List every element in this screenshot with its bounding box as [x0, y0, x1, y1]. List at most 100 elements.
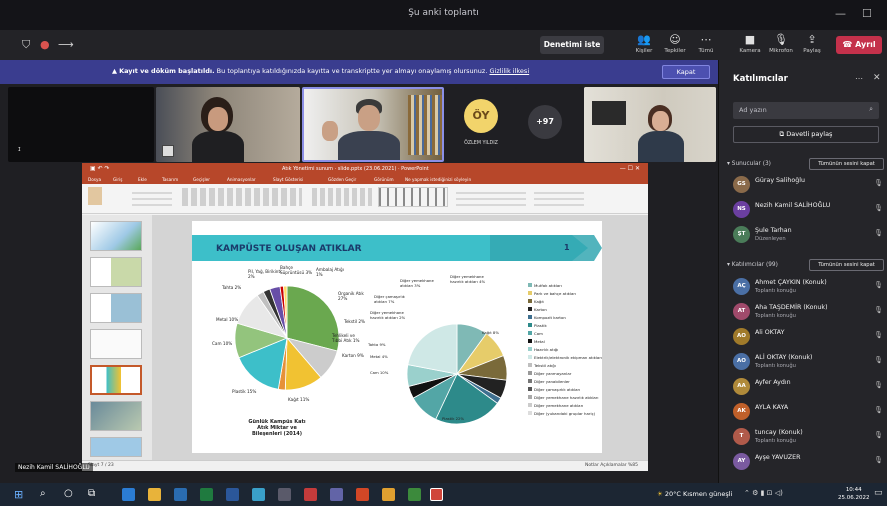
participant-row[interactable]: AÇ Ahmet ÇAYKIN (Konuk) Toplantı konuğu 🎙 — [733, 276, 883, 298]
weather-widget[interactable]: ☀ 20°C Kısmen güneşli — [657, 490, 732, 498]
mute-all-attendees-button[interactable]: Tümünün sesini kapat — [809, 259, 884, 271]
participant-row[interactable]: AO Ali OKTAY 🎙 — [733, 326, 883, 348]
leave-button[interactable]: ☎ Ayrıl — [836, 36, 882, 54]
mic-muted-icon[interactable]: 🎙 — [874, 456, 883, 464]
share-button[interactable]: ⇪ Paylaş — [797, 33, 827, 54]
ppt-tab[interactable]: Slayt Gösterisi — [273, 177, 303, 182]
ppt-tab[interactable]: Görünüm — [374, 177, 394, 182]
video-tile-participant[interactable] — [156, 87, 300, 162]
edge-icon[interactable] — [122, 488, 135, 501]
ppt-tab[interactable]: Dosya — [88, 177, 101, 182]
attendees-header[interactable]: ▾ Katılımcılar (99) — [727, 262, 778, 268]
mic-muted-icon[interactable]: 🎙 — [874, 179, 883, 187]
windows-start-icon[interactable]: ⊞ — [14, 488, 23, 501]
clock[interactable]: 10:44 25.06.2022 — [838, 486, 870, 502]
paragraph-group[interactable] — [312, 188, 372, 206]
legend-label: Diğer yemekhane atıkları — [534, 403, 584, 408]
participant-row[interactable]: AO ALİ OKTAY (Konuk) Toplantı konuğu 🎙 — [733, 351, 883, 373]
participant-row[interactable]: AT Aha TAŞDEMİR (Konuk) Toplantı konuğu 🎙 — [733, 301, 883, 323]
drawing-group[interactable] — [456, 188, 526, 206]
participant-row[interactable]: AK AYLA KAYA 🎙 — [733, 401, 883, 423]
more-button[interactable]: ⋯ Tümü — [691, 33, 721, 54]
pie-label: Pil, Yağ, Birikinti 2% — [248, 269, 282, 279]
legend-label: Diğer yemekhane hazırlık atıkları — [534, 395, 599, 400]
folder-icon[interactable] — [382, 488, 395, 501]
close-banner-button[interactable]: Kapat — [662, 65, 710, 79]
tray-icons[interactable]: ⌃ ⚙ ▮ ⊡ ◁) — [744, 489, 783, 497]
notification-icon[interactable]: ▭ — [874, 488, 883, 498]
task-view-icon[interactable]: ⧉ — [88, 488, 95, 499]
ppt-tab[interactable]: Tasarım — [162, 177, 178, 182]
reactions-button[interactable]: ☺ Tepkiler — [660, 33, 690, 54]
slide-thumbnail[interactable] — [90, 329, 142, 359]
maximize-icon[interactable]: ☐ — [862, 7, 872, 20]
slide-thumbnail-selected[interactable] — [90, 365, 142, 395]
teams-icon[interactable] — [330, 488, 343, 501]
mic-muted-icon[interactable]: 🎙 — [874, 229, 883, 237]
legend-swatch — [528, 411, 532, 415]
mic-muted-icon[interactable]: 🎙 — [874, 431, 883, 439]
video-tile-overflow[interactable]: +97 — [516, 87, 580, 162]
microphone-button[interactable]: 🎙 Mikrofon — [766, 33, 796, 54]
share-invite-button[interactable]: ⧉ Davetli paylaş — [733, 126, 879, 143]
excel-icon[interactable] — [200, 488, 213, 501]
mic-muted-icon[interactable]: 🎙 — [874, 281, 883, 289]
participant-row[interactable]: Ttuncay (Konuk) Toplantı konuğu 🎙 — [733, 426, 883, 448]
window-controls-icon[interactable]: — ☐ ✕ — [620, 165, 640, 172]
mic-muted-icon[interactable]: 🎙 — [874, 306, 883, 314]
request-control-button[interactable]: Denetimi iste — [540, 36, 604, 54]
explorer-icon[interactable] — [252, 488, 265, 501]
slide-thumbnail[interactable] — [90, 221, 142, 251]
slides-group[interactable] — [132, 188, 172, 206]
chrome-icon[interactable] — [148, 488, 161, 501]
participant-row[interactable]: NS Nezih Kamil SALİHOĞLU 🎙 — [733, 199, 883, 221]
ppt-tab[interactable]: Gözden Geçir — [328, 177, 356, 182]
video-tile-initials[interactable]: ÖY ÖZLEM YILDIZ — [446, 87, 516, 162]
mic-muted-icon[interactable]: 🎙 — [874, 204, 883, 212]
save-icon[interactable]: ▣ ↶ ↷ — [90, 165, 110, 172]
more-icon: ⋯ — [700, 33, 712, 46]
ppt-tab[interactable]: Giriş — [113, 177, 122, 182]
cortana-icon[interactable]: ○ — [64, 488, 73, 499]
slide-thumbnail[interactable] — [90, 401, 142, 431]
close-icon[interactable]: ✕ — [873, 73, 881, 83]
active-app-icon[interactable] — [430, 488, 443, 501]
mic-muted-icon[interactable]: 🎙 — [874, 381, 883, 389]
presenters-header[interactable]: ▾ Sunucular (3) — [727, 161, 771, 167]
slide-thumbnail[interactable] — [90, 437, 142, 457]
participant-row[interactable]: AY Ayşe YAVUZER 🎙 — [733, 451, 883, 473]
mic-muted-icon[interactable]: 🎙 — [874, 331, 883, 339]
mic-muted-icon[interactable]: 🎙 — [874, 356, 883, 364]
app-green-icon[interactable] — [408, 488, 421, 501]
participant-row[interactable]: ŞT Şule Tarhan Düzenleyen 🎙 — [733, 224, 883, 246]
slide-thumbnail[interactable] — [90, 293, 142, 323]
minimize-icon[interactable]: — — [835, 7, 846, 20]
slide-thumbnail[interactable] — [90, 257, 142, 287]
ppt-tab[interactable]: Ekle — [138, 177, 147, 182]
mute-all-presenters-button[interactable]: Tümünün sesini kapat — [809, 158, 884, 170]
participant-search-input[interactable]: Ad yazın ⌕ — [733, 102, 879, 119]
participant-row[interactable]: GS Güray Salihoğlu 🎙 — [733, 174, 883, 196]
word-icon[interactable] — [226, 488, 239, 501]
ppt-tab[interactable]: Ne yapmak istediğinizi söyleyin — [405, 177, 471, 182]
mic-muted-icon[interactable]: 🎙 — [874, 406, 883, 414]
font-group[interactable] — [182, 188, 302, 206]
people-button[interactable]: 👥 Kişiler — [629, 33, 659, 54]
ppt-tab[interactable]: Animasyonlar — [227, 177, 256, 182]
video-tile-participant-right[interactable] — [584, 87, 716, 162]
app-icon[interactable] — [278, 488, 291, 501]
acrobat-icon[interactable] — [304, 488, 317, 501]
shapes-gallery[interactable] — [378, 187, 448, 207]
paste-icon[interactable] — [88, 187, 102, 205]
search-taskbar-icon[interactable]: ⌕ — [40, 488, 46, 499]
privacy-link[interactable]: Gizlilik ilkesi — [489, 67, 529, 75]
outlook-icon[interactable] — [174, 488, 187, 501]
ppt-tab[interactable]: Geçişler — [193, 177, 210, 182]
slide[interactable]: KAMPÜSTE OLUŞAN ATIKLAR 1 Pil, Yağ, Biri… — [192, 221, 602, 453]
panel-more-icon[interactable]: ⋯ — [855, 74, 863, 83]
editing-group[interactable] — [534, 188, 584, 206]
video-tile-speaker[interactable] — [302, 87, 444, 162]
powerpoint-icon[interactable] — [356, 488, 369, 501]
participant-row[interactable]: AA Ayfer Aydın 🎙 — [733, 376, 883, 398]
camera-button[interactable]: ■ Kamera — [735, 33, 765, 54]
